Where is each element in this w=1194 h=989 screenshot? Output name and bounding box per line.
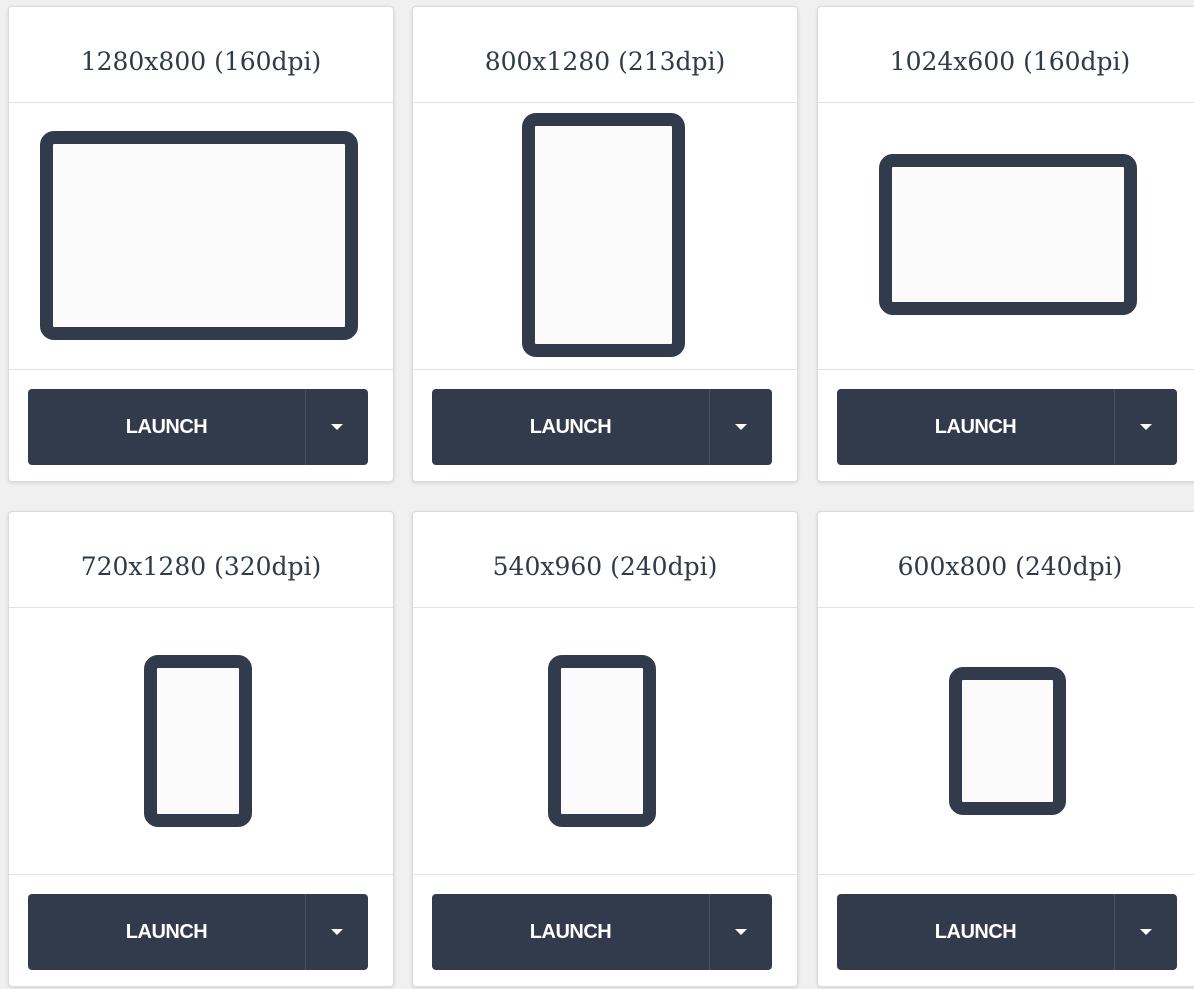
- launch-button-group: LAUNCH: [432, 389, 772, 465]
- device-card: 540x960 (240dpi) LAUNCH: [412, 511, 798, 987]
- device-preview-area: [413, 608, 797, 875]
- device-card: 720x1280 (320dpi) LAUNCH: [8, 511, 394, 987]
- caret-down-icon: [735, 929, 747, 935]
- device-card: 1280x800 (160dpi) LAUNCH: [8, 6, 394, 482]
- launch-button[interactable]: LAUNCH: [432, 894, 710, 970]
- device-card: 800x1280 (213dpi) LAUNCH: [412, 6, 798, 482]
- phone-portrait-icon: [548, 655, 656, 827]
- caret-down-icon: [1140, 424, 1152, 430]
- launch-button[interactable]: LAUNCH: [432, 389, 710, 465]
- device-preview-area: [818, 608, 1194, 875]
- launch-options-dropdown[interactable]: [710, 389, 772, 465]
- launch-button-group: LAUNCH: [837, 894, 1177, 970]
- launch-options-dropdown[interactable]: [1115, 389, 1177, 465]
- caret-down-icon: [735, 424, 747, 430]
- device-preview-area: [9, 103, 393, 370]
- device-preview-area: [9, 608, 393, 875]
- launch-options-dropdown[interactable]: [1115, 894, 1177, 970]
- caret-down-icon: [331, 424, 343, 430]
- device-resolution-title: 1280x800 (160dpi): [9, 7, 393, 103]
- device-resolution-title: 720x1280 (320dpi): [9, 512, 393, 608]
- launch-button-group: LAUNCH: [28, 894, 368, 970]
- launch-options-dropdown[interactable]: [306, 894, 368, 970]
- caret-down-icon: [331, 929, 343, 935]
- launch-button[interactable]: LAUNCH: [28, 894, 306, 970]
- tablet-portrait-icon: [949, 667, 1066, 815]
- launch-button-group: LAUNCH: [28, 389, 368, 465]
- device-resolution-title: 600x800 (240dpi): [818, 512, 1194, 608]
- launch-button-group: LAUNCH: [837, 389, 1177, 465]
- caret-down-icon: [1140, 929, 1152, 935]
- launch-button[interactable]: LAUNCH: [837, 894, 1115, 970]
- phone-portrait-icon: [144, 655, 252, 827]
- launch-button-group: LAUNCH: [432, 894, 772, 970]
- device-card: 1024x600 (160dpi) LAUNCH: [817, 6, 1194, 482]
- launch-options-dropdown[interactable]: [710, 894, 772, 970]
- device-resolution-title: 1024x600 (160dpi): [818, 7, 1194, 103]
- launch-options-dropdown[interactable]: [306, 389, 368, 465]
- device-preview-area: [413, 103, 797, 370]
- device-resolution-title: 540x960 (240dpi): [413, 512, 797, 608]
- device-resolution-title: 800x1280 (213dpi): [413, 7, 797, 103]
- tablet-landscape-icon: [879, 154, 1137, 315]
- launch-button[interactable]: LAUNCH: [837, 389, 1115, 465]
- device-preview-area: [818, 103, 1194, 370]
- device-card: 600x800 (240dpi) LAUNCH: [817, 511, 1194, 987]
- launch-button[interactable]: LAUNCH: [28, 389, 306, 465]
- tablet-portrait-icon: [522, 113, 685, 357]
- tablet-landscape-icon: [40, 131, 358, 340]
